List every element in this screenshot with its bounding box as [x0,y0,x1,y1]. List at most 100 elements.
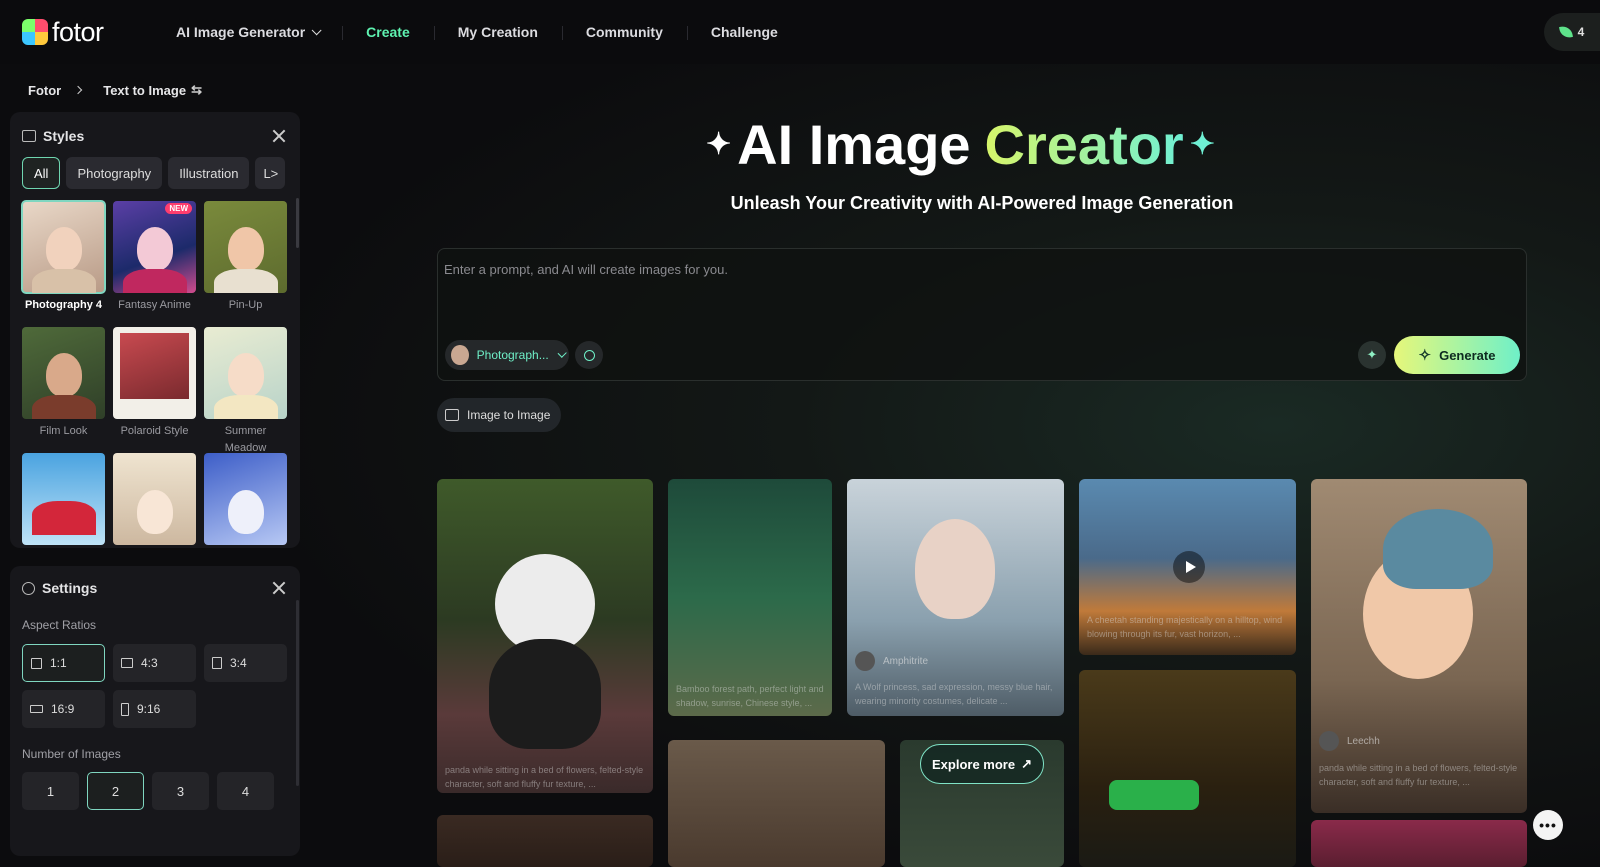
prompt-box: Photograph... ✦ ✧ Generate [437,248,1527,381]
portrait-body [31,501,96,535]
portrait-face [227,226,264,271]
portrait-face [45,226,82,271]
generate-button[interactable]: ✧ Generate [1394,336,1520,374]
style-thumbnail [21,200,106,294]
avatar [855,651,875,671]
sparkle-icon: ✦ [706,128,732,161]
swap-icon[interactable]: ⇆ [191,82,202,98]
neon-visor [1109,780,1199,810]
sparkle-icon: ✦ [1189,128,1215,161]
generate-label: Generate [1439,347,1496,363]
headscarf [1383,509,1493,589]
ratio-4-3[interactable]: 4:3 [113,644,196,682]
style-fantasy-anime[interactable]: NEW Fantasy Anime [113,201,196,327]
style-label: Photography 4 [24,299,102,311]
nav-community[interactable]: Community [561,24,687,40]
style-photography-4[interactable]: Photography 4 [21,200,106,327]
style-avatar [451,345,469,365]
nav-ai-image-generator[interactable]: AI Image Generator [176,24,342,40]
gallery-card-pearl-girl[interactable]: Leechh panda while sitting in a bed of f… [1311,479,1527,813]
style-grid: Photography 4 NEW Fantasy Anime Pin-Up F… [10,200,300,545]
num-images-2[interactable]: 2 [87,772,144,810]
aspect-ratio-grid: 1:1 4:3 3:4 16:9 9:16 [10,644,300,728]
style-film-look[interactable]: Film Look [22,327,105,453]
image-to-image-button[interactable]: Image to Image [437,398,561,432]
style-select-value: Photograph... [476,348,549,362]
ratio-16-9[interactable]: 16:9 [22,690,105,728]
breadcrumb-current[interactable]: Text to Image [103,83,186,98]
portrait-icon [212,657,222,669]
card-author: Leechh [1319,731,1380,751]
ratio-9-16[interactable]: 9:16 [113,690,196,728]
style-thumbnail [113,453,196,545]
ratio-3-4[interactable]: 3:4 [204,644,287,682]
breadcrumb-root[interactable]: Fotor [28,83,61,98]
explore-more-label: Explore more [932,756,1016,772]
gallery-card-pink[interactable] [1311,820,1527,867]
prompt-input[interactable] [444,257,1344,281]
num-images-1[interactable]: 1 [22,772,79,810]
brand-name: fotor [52,16,104,47]
nav-challenge[interactable]: Challenge [686,24,802,40]
avatar [1319,731,1339,751]
style-thumbnail: NEW [113,201,196,293]
card-caption: Bamboo forest path, perfect light and sh… [676,684,824,708]
hero-title-white: AI Image [737,113,971,176]
portrait-face [227,352,264,397]
prompt-settings-button[interactable] [575,341,603,369]
fotor-logo[interactable]: fotor [22,17,142,48]
explore-more-button[interactable]: Explore more ↗ [920,744,1044,784]
nav-item-label: AI Image Generator [176,24,306,40]
style-pin-up[interactable]: Pin-Up [204,201,287,327]
ratio-1-1[interactable]: 1:1 [22,644,105,682]
gallery-card-panda[interactable]: panda while sitting in a bed of flowers,… [437,479,653,793]
style-summer-meadow[interactable]: Summer Meadow [204,327,287,454]
card-caption: panda while sitting in a bed of flowers,… [445,765,644,789]
breadcrumb: Fotor Text to Image ⇆ [28,82,202,98]
chevron-down-icon [557,348,567,358]
gallery-card-cheetah[interactable]: A cheetah standing majestically on a hil… [1079,479,1296,655]
num-images-3[interactable]: 3 [152,772,209,810]
gallery-card-cyber[interactable] [1079,670,1296,867]
gallery-card-wolf-princess[interactable]: Amphitrite A Wolf princess, sad expressi… [847,479,1064,716]
gallery-card-cowboy[interactable] [668,740,885,867]
chat-button[interactable]: ••• [1533,810,1563,840]
square-icon [31,657,42,669]
magic-wand-icon: ✧ [1418,347,1432,364]
gear-icon [583,349,595,361]
style-thumbnail [22,453,105,545]
style-anime-girl-red[interactable] [22,453,105,545]
num-images-4[interactable]: 4 [217,772,274,810]
gallery-card-panda-lower[interactable] [437,815,653,867]
landscape-icon [121,658,133,668]
settings-scrollbar[interactable] [296,600,299,786]
nav-create[interactable]: Create [342,24,434,40]
image-icon [445,409,459,421]
style-chibi[interactable] [113,453,196,545]
credits-badge[interactable]: 4 [1544,13,1600,51]
magic-prompt-button[interactable]: ✦ [1358,341,1386,369]
main-nav: AI Image Generator Create My Creation Co… [176,24,802,40]
portrait-body [213,269,278,293]
card-author: Amphitrite [855,651,928,671]
gallery-card-bamboo[interactable]: Bamboo forest path, perfect light and sh… [668,479,832,716]
play-icon[interactable] [1173,551,1205,583]
style-label: Polaroid Style [120,425,189,437]
settings-title: Settings [42,580,98,596]
number-of-images-grid: 1 2 3 4 [10,772,300,810]
leaf-icon [1558,25,1573,39]
image-to-image-label: Image to Image [467,408,551,422]
arrow-up-right-icon: ↗ [1021,756,1032,771]
style-polaroid[interactable]: Polaroid Style [113,327,196,453]
portrait-face [136,489,173,534]
top-navigation-bar: fotor AI Image Generator Create My Creat… [0,0,1600,64]
portrait-body [31,395,96,419]
style-fantasy-blue[interactable] [204,453,287,545]
style-thumbnail [204,201,287,293]
portrait-face [227,489,264,534]
portrait-body [31,269,96,293]
style-select[interactable]: Photograph... [445,340,569,370]
author-name: Amphitrite [883,655,929,667]
nav-my-creation[interactable]: My Creation [433,24,562,40]
close-settings-icon[interactable] [272,581,286,595]
